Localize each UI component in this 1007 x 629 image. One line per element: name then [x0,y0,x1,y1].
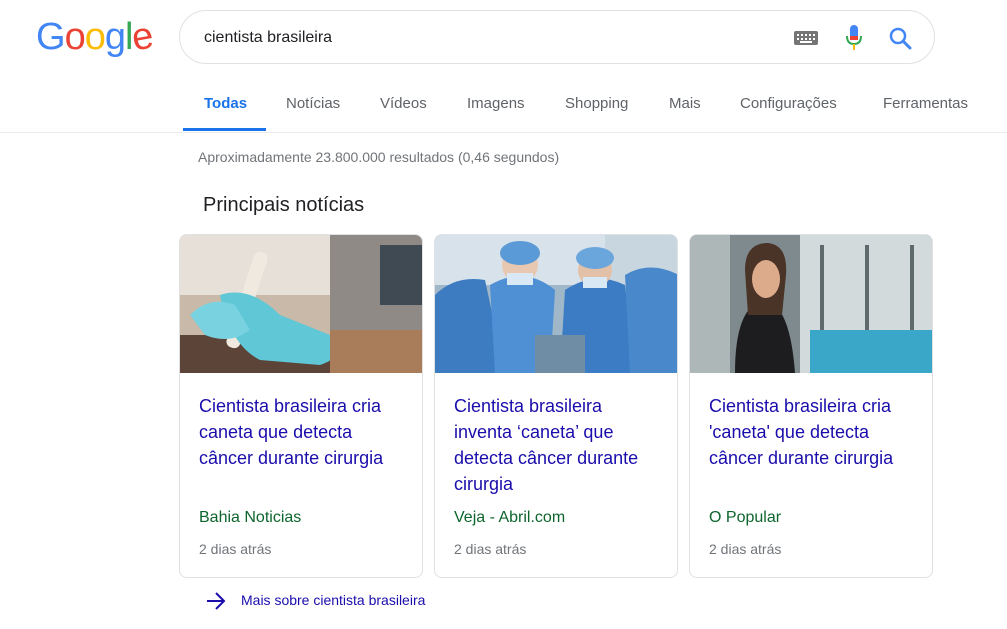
tab-shopping[interactable]: Shopping [565,95,628,112]
news-card-title[interactable]: Cientista brasileira cria caneta que det… [199,393,409,471]
microphone-icon[interactable] [844,24,864,52]
active-tab-indicator [183,128,266,131]
tab-videos[interactable]: Vídeos [380,95,427,112]
news-card-time: 2 dias atrás [709,541,782,557]
arrow-right-icon [207,592,226,610]
logo-letter: g [104,16,126,58]
news-card-source: Bahia Noticias [199,509,302,526]
logo-letter: o [84,16,106,58]
keyboard-icon[interactable] [794,31,818,45]
news-card[interactable]: Cientista brasileira inventa ‘caneta’ qu… [434,234,678,578]
tab-noticias[interactable]: Notícias [286,95,340,112]
more-news-label[interactable]: Mais sobre cientista brasileira [241,592,425,608]
tab-todas[interactable]: Todas [204,95,247,112]
tab-configuracoes[interactable]: Configurações [740,95,837,112]
search-icon[interactable] [888,26,912,50]
news-card-title[interactable]: Cientista brasileira cria 'caneta' que d… [709,393,919,471]
result-stats: Aproximadamente 23.800.000 resultados (0… [198,149,560,165]
logo-letter: e [128,14,157,60]
search-box [179,10,935,64]
tab-imagens[interactable]: Imagens [467,95,525,112]
news-card[interactable]: Cientista brasileira cria 'caneta' que d… [689,234,933,578]
news-card[interactable]: Cientista brasileira cria caneta que det… [179,234,423,578]
news-card-time: 2 dias atrás [454,541,527,557]
tab-mais[interactable]: Mais [669,95,701,112]
news-thumbnail-image [435,235,677,373]
top-stories-heading: Principais notícias [203,194,365,216]
news-thumbnail-image [690,235,932,373]
news-card-title[interactable]: Cientista brasileira inventa ‘caneta’ qu… [454,393,664,497]
search-tabs: Todas Notícias Vídeos Imagens Shopping M… [0,82,1007,133]
logo-letter: G [36,16,66,58]
news-card-source: Veja - Abril.com [454,509,566,526]
news-thumbnail-image [180,235,422,373]
logo-letter: o [64,16,86,58]
tab-ferramentas[interactable]: Ferramentas [883,95,968,112]
news-card-source: O Popular [709,509,782,526]
search-input[interactable] [204,26,764,50]
google-logo[interactable]: Google [36,14,156,60]
news-card-time: 2 dias atrás [199,541,272,557]
